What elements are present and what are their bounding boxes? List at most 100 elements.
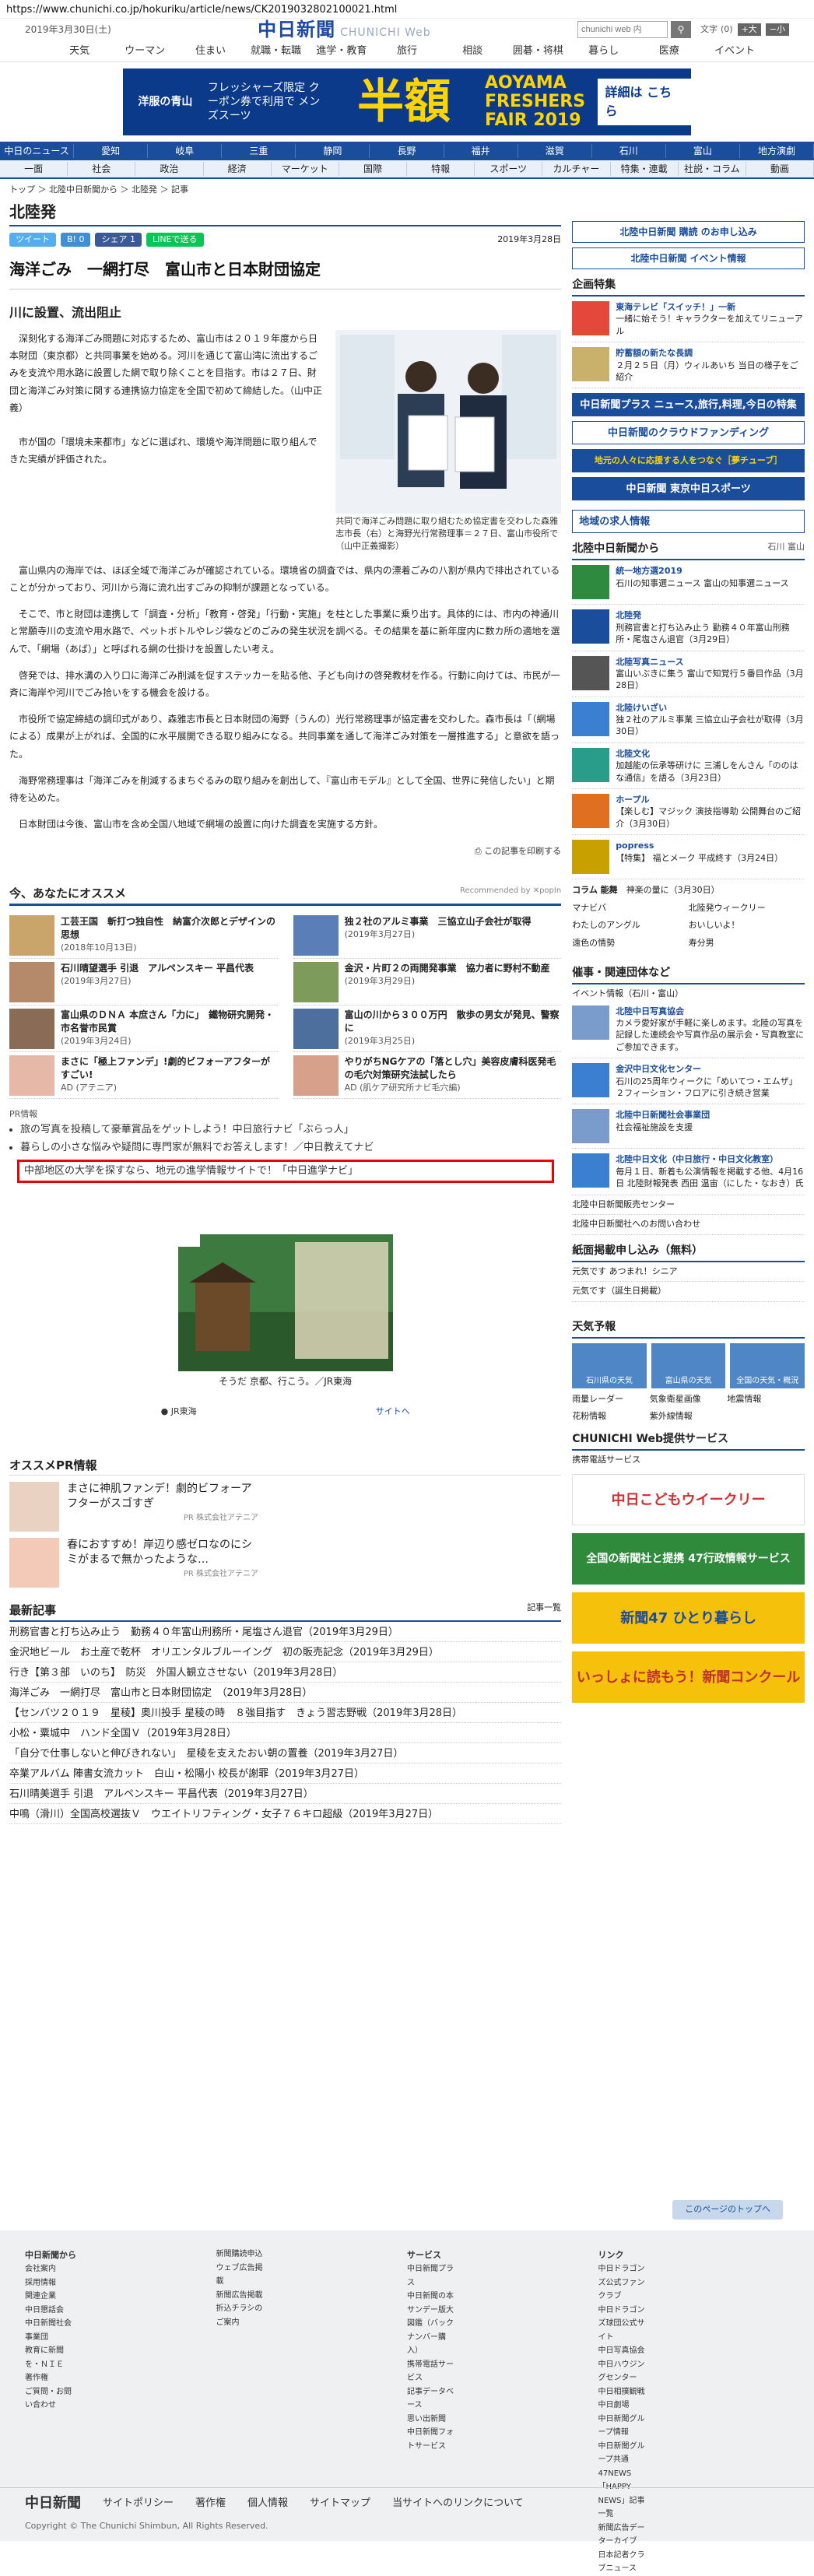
weather-link[interactable]: 花粉情報 bbox=[572, 1410, 650, 1423]
footer-link[interactable]: 携帯電話サービス bbox=[407, 2358, 454, 2385]
mainnav-item[interactable]: 静岡 bbox=[296, 144, 370, 158]
footer-link[interactable]: 中日写真協会 bbox=[598, 2344, 646, 2358]
hokuriku-tag[interactable]: 富山 bbox=[788, 542, 805, 552]
recommend-item[interactable]: 独２社のアルミ事業 三協立山子会社が取得 (2019年3月27日) bbox=[293, 912, 562, 960]
latest-item[interactable]: 卒業アルバム 陣書女流カット 白山・松陽小 校長が謝罪（2019年3月27日） bbox=[9, 1764, 562, 1785]
footer-link[interactable]: 中日ドラゴンズ球団公式サイト bbox=[598, 2304, 646, 2345]
topnav-item[interactable]: 天気 bbox=[47, 44, 112, 59]
side-banner[interactable]: 新聞47 ひとり暮らし bbox=[572, 1592, 805, 1644]
jr-ad-caption[interactable]: そうだ 京都、行こう。／JR東海 bbox=[9, 1374, 561, 1388]
banner-detail-button[interactable]: 詳細は こちら bbox=[597, 79, 692, 125]
hokuriku-item[interactable]: popress 【特集】 福とメーク 平成終す（3月24日） bbox=[572, 835, 805, 880]
side-banner[interactable]: 中日こどもウイークリー bbox=[572, 1474, 805, 1526]
footer-link[interactable]: サンデー版大図鑑（バックナンバー購入） bbox=[407, 2304, 454, 2358]
footer-link[interactable]: ウェブ広告掲載 bbox=[216, 2262, 264, 2289]
topnav-item[interactable]: 進学・教育 bbox=[309, 44, 374, 59]
footer-link[interactable]: 新聞広告データーカイブ bbox=[598, 2522, 646, 2549]
hokuriku-item[interactable]: 北陸文化 加越能の伝承等研けに 三浦しをんさん「ののはな通信」を語る（3月23日） bbox=[572, 743, 805, 790]
latest-item[interactable]: 中鳴（滑川）全国高校選抜Ｖ ウエイトリフティング・女子７６キロ超級（2019年3… bbox=[9, 1804, 562, 1825]
mainnav-item[interactable]: 石川 bbox=[592, 144, 666, 158]
subnav-item[interactable]: 経済 bbox=[204, 162, 272, 176]
topnav-item[interactable]: 就職・転職 bbox=[244, 44, 309, 59]
column-row[interactable]: コラム 能舞 神楽の量に（3月30日） bbox=[572, 884, 805, 897]
subnav-item[interactable]: マーケット bbox=[272, 162, 339, 176]
footer-link[interactable]: 中日新聞の本 bbox=[407, 2290, 454, 2304]
breadcrumb[interactable]: トップ ＞ 北陸中日新聞から ＞ 北陸発 ＞ 記事 bbox=[9, 184, 561, 197]
footer-link[interactable]: 中日ハウジングセンター bbox=[598, 2358, 646, 2385]
weather-tile[interactable]: 全国の天気・概況 bbox=[730, 1342, 805, 1388]
hokuriku-item[interactable]: 統一地方選2019 石川の知事選ニュース 富山の知事選ニュース bbox=[572, 560, 805, 605]
side-link[interactable]: 遠色の情勢 bbox=[572, 937, 688, 950]
side-link[interactable]: 北陸発ウィークリー bbox=[689, 902, 805, 915]
footer-link[interactable]: ご質問・お問い合わせ bbox=[25, 2385, 72, 2413]
footer-link[interactable]: 会社案内 bbox=[25, 2262, 72, 2276]
side-link[interactable]: わたしのアングル bbox=[572, 919, 688, 932]
latest-item[interactable]: 小松・粟城中 ハンド全国Ｖ（2019年3月28日） bbox=[9, 1723, 562, 1744]
feature-item[interactable]: 東海テレビ「スイッチ！」一新 一緒に始そう！キャラクターを加えてリニューアル bbox=[572, 297, 805, 343]
mainnav-item[interactable]: 長野 bbox=[370, 144, 444, 158]
latest-item[interactable]: 海洋ごみ 一網打尽 富山市と日本財団協定 （2019年3月28日） bbox=[9, 1683, 562, 1704]
footer-link[interactable]: 中日新聞グループ共通 bbox=[598, 2440, 646, 2467]
weather-tile[interactable]: 富山県の天気 bbox=[651, 1342, 726, 1388]
topnav-item[interactable]: ウーマン bbox=[112, 44, 177, 59]
footer-link[interactable]: 関連企業 bbox=[25, 2290, 72, 2304]
subnav-item[interactable]: 社説・コラム bbox=[679, 162, 746, 176]
footer-bottom-link[interactable]: 当サイトへのリンクについて bbox=[392, 2496, 524, 2511]
footer-bottom-link[interactable]: 著作権 bbox=[195, 2496, 226, 2511]
print-link[interactable]: ⎙ この記事を印刷する bbox=[9, 845, 561, 858]
subnav-item[interactable]: カルチャー bbox=[542, 162, 611, 176]
biz-item[interactable]: 北陸中日写真協会 カメラ愛好家が手軽に楽しめます。北陸の写真を記録した連続会や写真… bbox=[572, 1001, 805, 1059]
pr-highlight-link[interactable]: 中部地区の大学を探すなら、地元の進学情報サイトで！「中日進学ナビ」 bbox=[17, 1160, 554, 1183]
biz-item[interactable]: 金沢中日文化センター 石川の25周年ウィークに「めいてつ・エムザ」２フィーション・… bbox=[572, 1058, 805, 1105]
hokuriku-tag[interactable]: 石川 bbox=[768, 542, 788, 552]
latest-item[interactable]: 行き【第３部 いのち】 防災 外国人観立させない（2019年3月28日） bbox=[9, 1662, 562, 1683]
subnav-item[interactable]: 特報 bbox=[407, 162, 475, 176]
mainnav-item[interactable]: 三重 bbox=[222, 144, 296, 158]
recommend-item[interactable]: 工芸王国 斬打つ独自性 納富介次郎とデザインの思想 (2018年10月13日) bbox=[9, 912, 278, 960]
footer-link[interactable]: 中日ドラゴンズ公式ファンクラブ bbox=[598, 2262, 646, 2304]
footer-link[interactable]: 日本記者クラブニュース bbox=[598, 2549, 646, 2576]
subnav-item[interactable]: スポーツ bbox=[475, 162, 543, 176]
apply-item[interactable]: 元気です あつまれ！シニア bbox=[572, 1262, 805, 1283]
footer-link[interactable]: 中日劇場 bbox=[598, 2399, 646, 2413]
recommend-item[interactable]: 石川晴望選手 引退 アルペンスキー 平昌代表 (2019年3月27日) bbox=[9, 959, 278, 1006]
latest-more-link[interactable]: 記事一覧 bbox=[527, 1602, 561, 1620]
side-link[interactable]: 寿分男 bbox=[689, 937, 805, 950]
jr-ad-image[interactable] bbox=[177, 1234, 393, 1371]
footer-link[interactable]: 中日新聞フォトサービス bbox=[407, 2426, 454, 2453]
footer-link[interactable]: 著作権 bbox=[25, 2371, 72, 2385]
footer-link[interactable]: 新聞広告掲載 bbox=[216, 2289, 264, 2303]
recommend-item[interactable]: 金沢・片町２の両開発事業 協力者に野村不動産 (2019年3月29日) bbox=[293, 959, 562, 1006]
cf-banner-sub[interactable]: 地元の人々に応援する人をつなぐ［夢チューブ］ bbox=[572, 449, 805, 473]
font-large-button[interactable]: +大 bbox=[737, 23, 761, 37]
footer-link[interactable]: 教育に新聞を・ＮＩＥ bbox=[25, 2344, 72, 2371]
footer-link[interactable]: 思い出新聞 bbox=[407, 2413, 454, 2427]
latest-item[interactable]: 石川晴美選手 引退 アルペンスキー 平昌代表（2019年3月27日） bbox=[9, 1784, 562, 1805]
subnav-item[interactable]: 政治 bbox=[135, 162, 204, 176]
cf-banner[interactable]: 中日新聞のクラウドファンディング bbox=[572, 421, 805, 445]
share-button[interactable]: シェア 1 bbox=[95, 232, 142, 247]
latest-item[interactable]: 刑務官書と打ち込み止う 勤務４０年富山刑務所・尾塩さん退官（2019年3月29日… bbox=[9, 1622, 562, 1643]
mainnav-item[interactable]: 中日のニュース bbox=[0, 144, 75, 158]
mainnav-item[interactable]: 地方演劇 bbox=[740, 144, 814, 158]
pr-item[interactable]: 暮らしの小さな悩みや疑問に専門家が無料でお答えします！／中日教えてナビ bbox=[20, 1139, 561, 1157]
search-icon[interactable]: ⚲ bbox=[670, 21, 691, 38]
share-button[interactable]: ツイート bbox=[9, 232, 56, 247]
back-to-top-button[interactable]: このページのトップへ bbox=[672, 2200, 783, 2220]
recommend-item[interactable]: 富山の川から３００万円 散歩の男女が発見、警察に (2019年3月25日) bbox=[293, 1005, 562, 1053]
subnav-item[interactable]: 一面 bbox=[0, 162, 68, 176]
topnav-item[interactable]: 暮らし bbox=[571, 44, 637, 59]
ad-banner[interactable]: 洋服の青山 フレッシャーズ限定 クーポン券で利用で メンズスーツ 半額 AOYA… bbox=[123, 68, 692, 135]
topnav-item[interactable]: 囲碁・将棋 bbox=[505, 44, 570, 59]
side-banner[interactable]: 全国の新聞社と提携 47行政情報サービス bbox=[572, 1533, 805, 1585]
subnav-item[interactable]: 社会 bbox=[68, 162, 136, 176]
topnav-item[interactable]: 旅行 bbox=[374, 44, 440, 59]
ads-banner[interactable]: 中日新聞 東京中日スポーツ bbox=[572, 477, 805, 501]
topnav-item[interactable]: 医療 bbox=[637, 44, 702, 59]
latest-item[interactable]: 金沢地ビール お土産で乾杯 オリエンタルブルーイング 初の販売記念（2019年3… bbox=[9, 1642, 562, 1663]
footer-link[interactable]: 中日新聞社会事業団 bbox=[25, 2317, 72, 2344]
topnav-item[interactable]: 住まい bbox=[177, 44, 243, 59]
recommend-item[interactable]: まさに「極上ファンデ」!劇的ビフォーアフターがすごい! AD (アテニア) bbox=[9, 1052, 278, 1100]
footer-bottom-link[interactable]: 個人情報 bbox=[247, 2496, 288, 2511]
biz-event-link[interactable]: イベント情報（石川・富山） bbox=[572, 988, 805, 1001]
